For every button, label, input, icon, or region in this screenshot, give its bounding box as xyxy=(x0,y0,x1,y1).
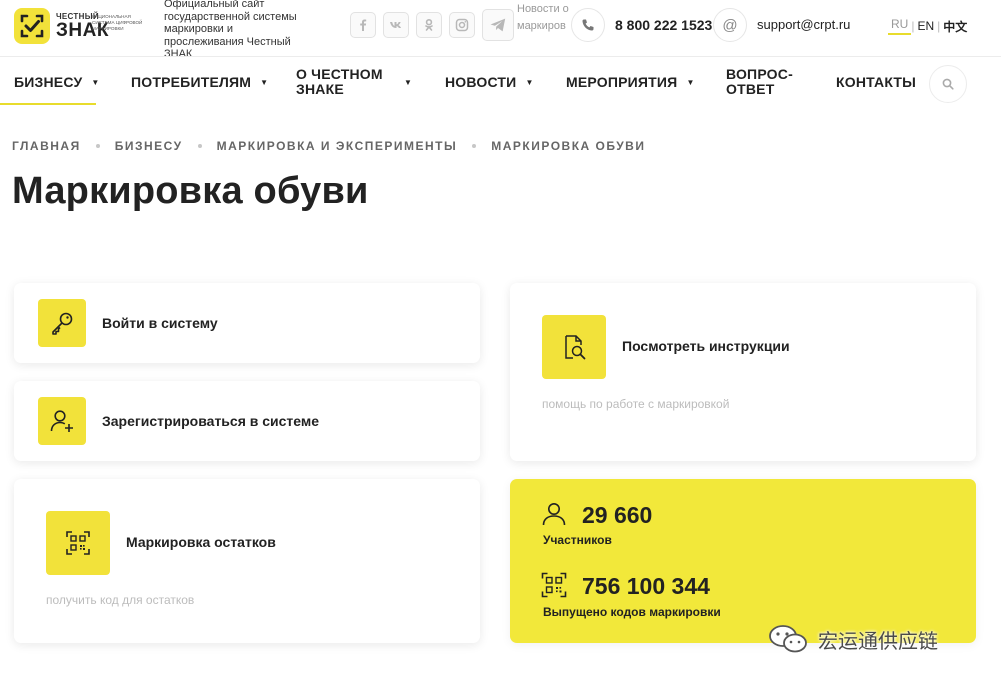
nav-item-label: КОНТАКТЫ xyxy=(836,74,917,90)
login-label: Войти в систему xyxy=(102,315,218,331)
telegram-icon[interactable] xyxy=(482,9,514,41)
remains-label: Маркировка остатков xyxy=(126,534,276,550)
breadcrumb-marking[interactable]: МАРКИРОВКА И ЭКСПЕРИМЕНТЫ xyxy=(217,139,458,153)
qr-code-icon xyxy=(46,511,110,575)
search-icon xyxy=(942,78,954,90)
participants-count: 29 660 xyxy=(582,502,653,528)
wechat-icon xyxy=(769,625,807,653)
nav-item-faq[interactable]: ВОПРОС-ОТВЕТ xyxy=(726,57,796,107)
caret-down-icon: ▼ xyxy=(404,77,413,87)
telegram-news-link[interactable]: Новости о маркиров xyxy=(517,1,573,34)
instagram-icon[interactable] xyxy=(449,12,475,38)
breadcrumb-separator xyxy=(95,144,100,148)
breadcrumb-separator xyxy=(197,144,202,148)
instructions-subtitle: помощь по работе с маркировкой xyxy=(542,397,730,411)
nav-item-contacts[interactable]: КОНТАКТЫ xyxy=(836,57,916,107)
lang-ru[interactable]: RU xyxy=(888,17,912,35)
search-button[interactable] xyxy=(929,65,967,103)
stats-panel: 29 660 Участников 756 100 344 Выпущено к… xyxy=(510,479,976,643)
watermark-text: 宏运通供应链 xyxy=(818,630,938,653)
top-bar: ЧЕСТНЫЙ ЗНАК НАЦИОНАЛЬНАЯ СИСТЕМА ЦИФРОВ… xyxy=(0,0,1001,60)
nav-item-events[interactable]: МЕРОПРИЯТИЯ ▼ xyxy=(566,57,695,107)
login-card[interactable]: Войти в систему xyxy=(14,283,480,363)
logo-mark-icon xyxy=(14,8,50,44)
breadcrumb-separator xyxy=(472,144,477,148)
nav-item-news[interactable]: НОВОСТИ ▼ xyxy=(445,57,534,107)
remains-card[interactable]: Маркировка остатков получить код для ост… xyxy=(14,479,480,643)
breadcrumb: ГЛАВНАЯ БИЗНЕСУ МАРКИРОВКА И ЭКСПЕРИМЕНТ… xyxy=(12,139,645,153)
vk-icon[interactable] xyxy=(383,12,409,38)
instructions-card[interactable]: Посмотреть инструкции помощь по работе с… xyxy=(510,283,976,461)
lang-zh[interactable]: 中文 xyxy=(940,18,970,35)
support-email-link[interactable]: support@crpt.ru xyxy=(757,17,850,32)
phone-number-link[interactable]: 8 800 222 1523 xyxy=(615,17,712,33)
user-icon xyxy=(542,503,566,526)
document-search-icon xyxy=(542,315,606,379)
nav-item-label: НОВОСТИ xyxy=(445,74,517,90)
nav-item-label: ВОПРОС-ОТВЕТ xyxy=(726,66,793,97)
language-switcher: RU | EN | 中文 xyxy=(888,17,970,35)
wechat-watermark: 宏运通供应链 xyxy=(766,624,938,654)
nav-active-indicator xyxy=(0,103,96,105)
page-title: Маркировка обуви xyxy=(12,170,369,212)
nav-item-business[interactable]: БИЗНЕСУ ▼ xyxy=(14,57,100,107)
breadcrumb-business[interactable]: БИЗНЕСУ xyxy=(115,139,183,153)
caret-down-icon: ▼ xyxy=(260,77,269,87)
odnoklassniki-icon[interactable] xyxy=(416,12,442,38)
remains-subtitle: получить код для остатков xyxy=(46,593,195,607)
social-links xyxy=(350,9,514,41)
codes-count: 756 100 344 xyxy=(582,573,710,599)
nav-item-label: ПОТРЕБИТЕЛЯМ xyxy=(131,74,252,90)
key-icon xyxy=(38,299,86,347)
breadcrumb-current: МАРКИРОВКА ОБУВИ xyxy=(491,139,646,153)
main-nav: БИЗНЕСУ ▼ ПОТРЕБИТЕЛЯМ ▼ О ЧЕСТНОМ ЗНАКЕ ▼ … xyxy=(0,56,1001,106)
codes-label: Выпущено кодов маркировки xyxy=(543,605,721,619)
nav-item-label: МЕРОПРИЯТИЯ xyxy=(566,74,678,90)
caret-down-icon: ▼ xyxy=(91,77,100,87)
instructions-label: Посмотреть инструкции xyxy=(622,338,790,354)
participants-label: Участников xyxy=(543,533,612,547)
nav-item-label: О ЧЕСТНОМ ЗНАКЕ xyxy=(296,66,383,97)
caret-down-icon: ▼ xyxy=(686,77,695,87)
nav-item-label: БИЗНЕСУ xyxy=(14,74,83,90)
phone-icon xyxy=(571,8,605,42)
breadcrumb-home[interactable]: ГЛАВНАЯ xyxy=(12,139,81,153)
nav-item-consumers[interactable]: ПОТРЕБИТЕЛЯМ ▼ xyxy=(131,57,268,107)
at-sign-icon: @ xyxy=(713,8,747,42)
qr-code-icon xyxy=(541,572,567,598)
register-card[interactable]: Зарегистрироваться в системе xyxy=(14,381,480,461)
nav-item-about[interactable]: О ЧЕСТНОМ ЗНАКЕ ▼ xyxy=(296,57,412,107)
lang-en[interactable]: EN xyxy=(914,19,937,33)
user-plus-icon xyxy=(38,397,86,445)
facebook-icon[interactable] xyxy=(350,12,376,38)
official-site-text: Официальный сайт государственной системы… xyxy=(164,0,297,60)
register-label: Зарегистрироваться в системе xyxy=(102,413,320,429)
logo-subtitle: НАЦИОНАЛЬНАЯ СИСТЕМА ЦИФРОВОЙ МАРКИРОВКИ xyxy=(92,14,143,31)
caret-down-icon: ▼ xyxy=(525,77,534,87)
